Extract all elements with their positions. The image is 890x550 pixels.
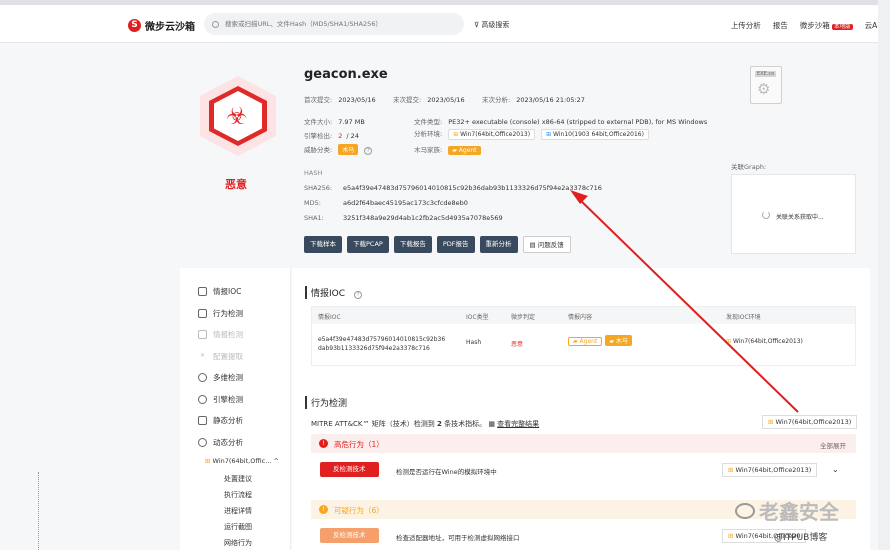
watermark-text: 老鑫安全 (759, 500, 839, 524)
watermark-small: @ITPUB博客 (774, 533, 828, 543)
arrow-head (570, 190, 588, 204)
watermark: 老鑫安全 (735, 496, 839, 525)
arrow-line (577, 197, 799, 413)
wechat-icon (735, 502, 755, 519)
annotation-arrow (570, 190, 799, 413)
